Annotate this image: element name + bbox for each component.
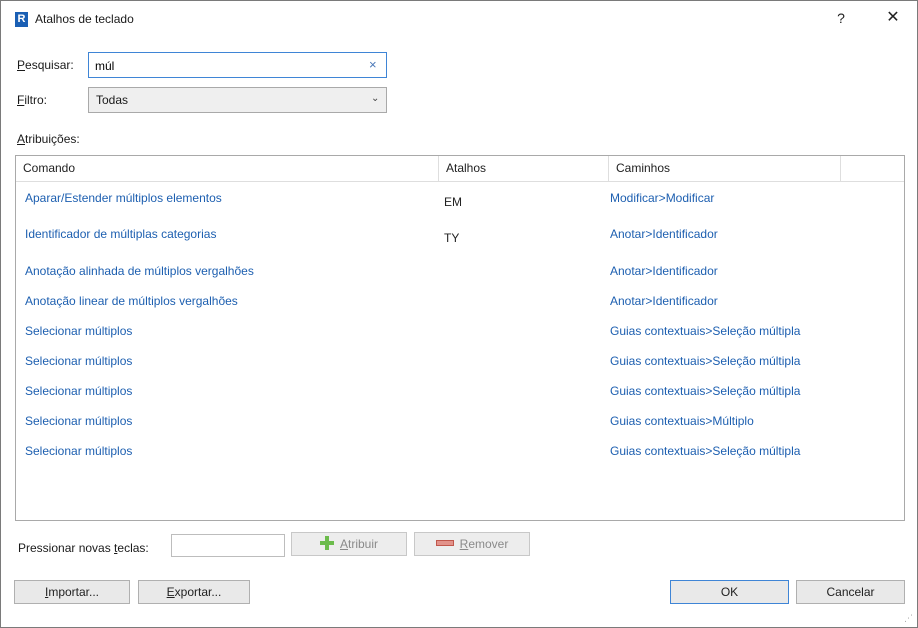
column-header-paths[interactable]: Caminhos [609,156,841,181]
path-cell: Guias contextuais>Seleção múltipla [610,324,801,338]
minus-icon [435,540,454,546]
assignments-label: Atribuições: [17,132,80,146]
assign-button[interactable]: Atribuir [291,532,407,556]
help-button[interactable]: ? [826,7,856,29]
window-title: Atalhos de teclado [35,12,134,26]
export-button[interactable]: Exportar... [138,580,250,604]
command-cell: Selecionar múltiplos [25,354,133,368]
path-cell: Anotar>Identificador [610,294,718,308]
table-row[interactable]: Selecionar múltiplos Guias contextuais>S… [16,317,904,347]
table-row[interactable]: Aparar/Estender múltiplos elementos EM M… [16,184,904,214]
ok-button[interactable]: OK [670,580,789,604]
command-cell: Aparar/Estender múltiplos elementos [25,191,222,205]
plus-icon [319,536,334,550]
search-label: Pesquisar: [17,58,74,72]
path-cell: Anotar>Identificador [610,227,718,241]
remove-button[interactable]: Remover [414,532,530,556]
command-cell: Anotação alinhada de múltiplos vergalhõe… [25,264,254,278]
command-cell: Selecionar múltiplos [25,384,133,398]
table-row[interactable]: Identificador de múltiplas categorias TY… [16,220,904,250]
resize-grip-icon[interactable]: ⋰ [904,613,913,624]
table-row[interactable]: Selecionar múltiplos Guias contextuais>S… [16,377,904,407]
filter-dropdown[interactable]: Todas ⌄ [88,87,387,113]
revit-logo-icon: R [15,12,28,27]
table-row[interactable]: Anotação linear de múltiplos vergalhões … [16,287,904,317]
table-row[interactable]: Selecionar múltiplos Guias contextuais>S… [16,347,904,377]
cancel-button[interactable]: Cancelar [796,580,905,604]
search-input[interactable] [95,57,355,74]
path-cell: Guias contextuais>Seleção múltipla [610,384,801,398]
search-box[interactable]: × [88,52,387,78]
table-row[interactable]: Selecionar múltiplos Guias contextuais>S… [16,437,904,467]
path-cell: Modificar>Modificar [610,191,715,205]
command-cell: Selecionar múltiplos [25,414,133,428]
path-cell: Guias contextuais>Seleção múltipla [610,444,801,458]
shortcut-cell: EM [444,195,462,209]
title-bar: R Atalhos de teclado ? ✕ [1,1,917,35]
command-cell: Selecionar múltiplos [25,324,133,338]
command-cell: Anotação linear de múltiplos vergalhões [25,294,238,308]
column-header-command[interactable]: Comando [16,156,439,181]
new-keys-input[interactable] [171,534,285,557]
close-button[interactable]: ✕ [878,7,908,29]
path-cell: Guias contextuais>Múltiplo [610,414,754,428]
clear-search-icon[interactable]: × [369,57,377,72]
chevron-down-icon: ⌄ [371,93,380,104]
table-row[interactable]: Selecionar múltiplos Guias contextuais>M… [16,407,904,437]
new-keys-label: Pressionar novas teclas: [18,541,149,555]
command-cell: Selecionar múltiplos [25,444,133,458]
filter-selected-value: Todas [96,93,129,107]
assignments-table: Comando Atalhos Caminhos Aparar/Estender… [15,155,905,521]
column-header-shortcuts[interactable]: Atalhos [439,156,609,181]
table-header: Comando Atalhos Caminhos [16,156,904,182]
table-row[interactable]: Anotação alinhada de múltiplos vergalhõe… [16,257,904,287]
path-cell: Anotar>Identificador [610,264,718,278]
shortcut-cell: TY [444,231,460,245]
keyboard-shortcuts-dialog: R Atalhos de teclado ? ✕ Pesquisar: × Fi… [0,0,918,628]
path-cell: Guias contextuais>Seleção múltipla [610,354,801,368]
import-button[interactable]: Importar... [14,580,130,604]
command-cell: Identificador de múltiplas categorias [25,227,217,241]
filter-label: Filtro: [17,93,48,107]
